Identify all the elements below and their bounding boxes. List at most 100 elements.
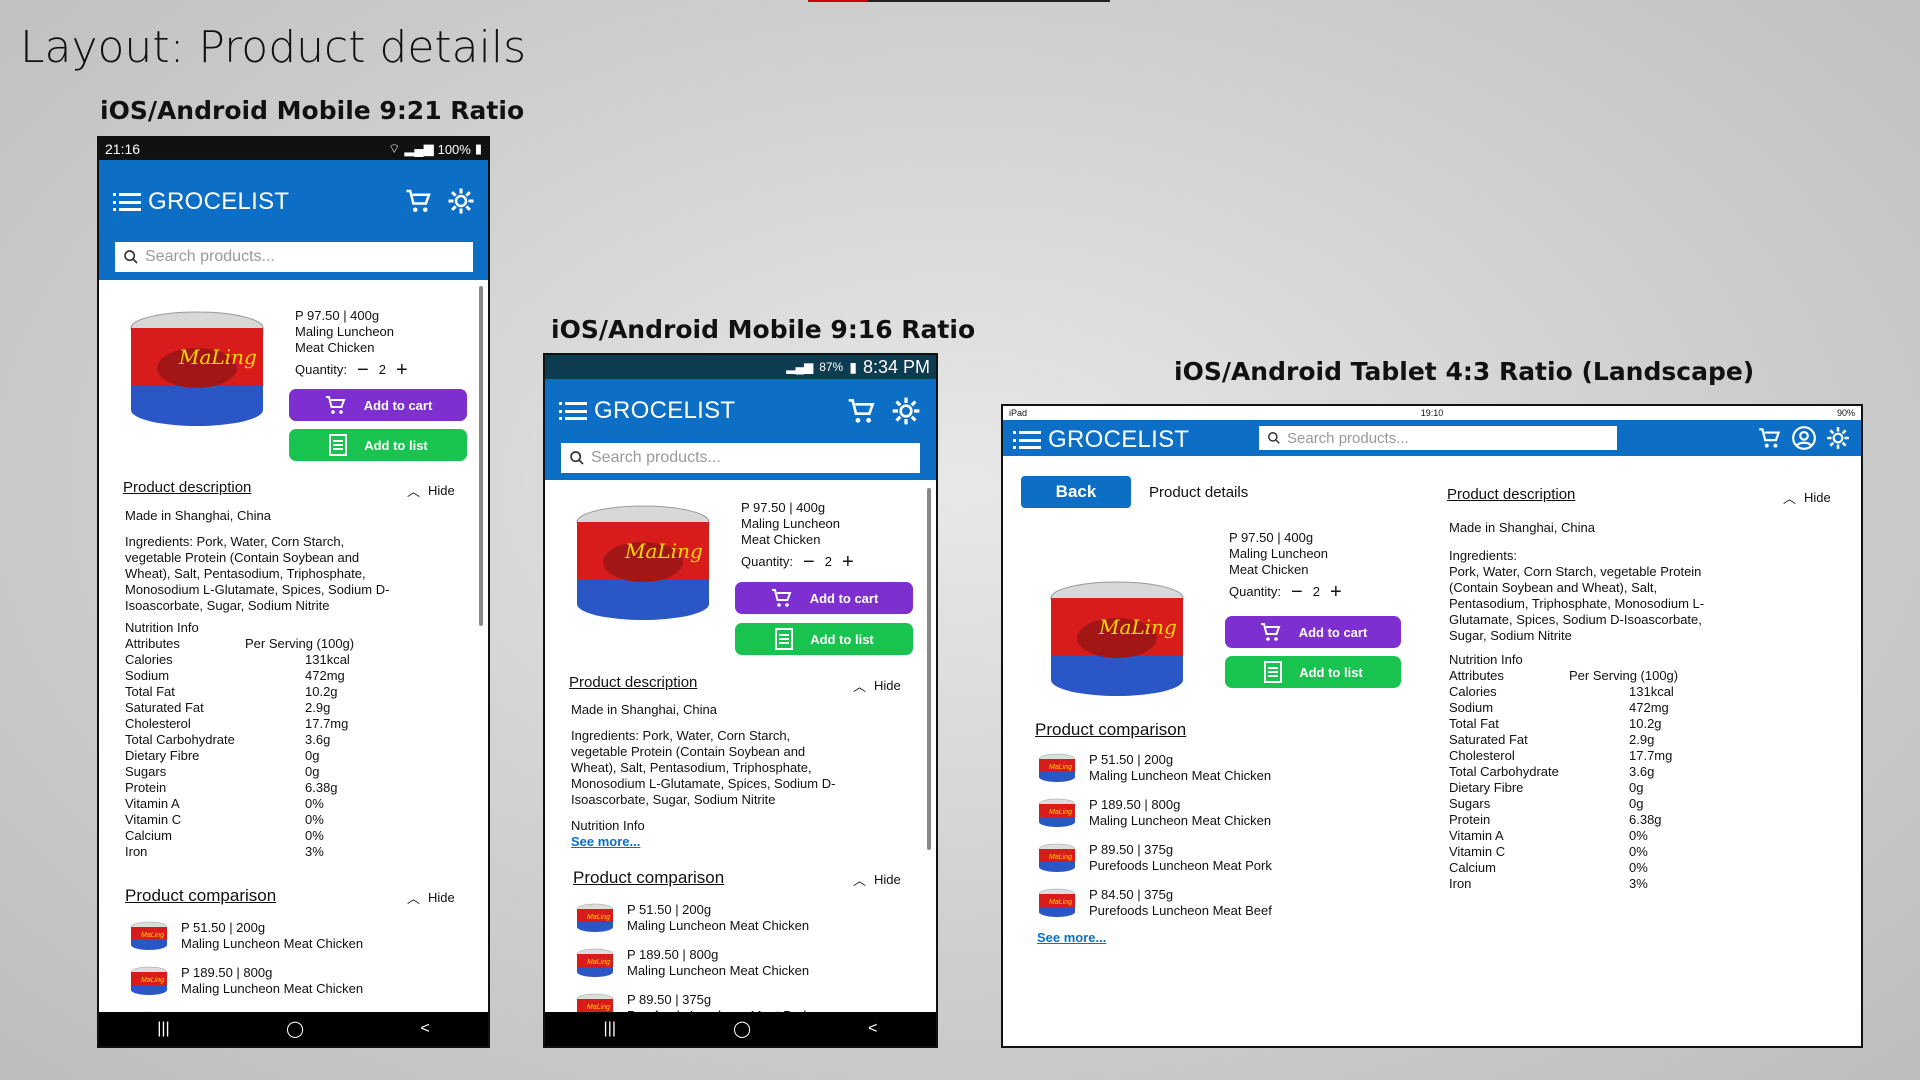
product-comparison-title[interactable]: Product comparison: [1035, 720, 1186, 740]
comparison-price: P 189.50 | 800g: [1089, 797, 1181, 812]
see-more-link[interactable]: See more...: [571, 834, 645, 850]
brand-title: GROCELIST: [1048, 426, 1190, 453]
ingredients-line: Ingredients: Pork, Water, Corn Starch,: [571, 728, 791, 743]
ingredients-line: Monosodium L-Glutamate, Spices, Sodium D…: [125, 582, 390, 597]
gear-icon[interactable]: [1825, 425, 1851, 451]
mobile-9-16-frame: ▂▄▆ 87% ▮ 8:34 PM GROCELIST Search produ…: [543, 353, 938, 1048]
quantity-value[interactable]: 2: [825, 554, 832, 570]
back-button[interactable]: Back: [1021, 476, 1131, 508]
add-to-list-button[interactable]: Add to list: [1225, 656, 1401, 688]
search-input[interactable]: Search products...: [115, 242, 473, 272]
product-description-title[interactable]: Product description: [569, 674, 697, 691]
svg-text:MaLing: MaLing: [1049, 854, 1072, 861]
nutrition-value: 0%: [305, 796, 324, 811]
nutrition-attribute: Calcium: [1449, 860, 1496, 875]
comparison-item[interactable]: MaLing P 89.50 | 375gPurefoods Luncheon M…: [1037, 842, 1272, 874]
see-more-link[interactable]: See more...: [1037, 930, 1106, 945]
description-hide-toggle[interactable]: ︿ Hide: [853, 676, 901, 695]
scrollbar[interactable]: [927, 488, 931, 850]
add-to-list-label: Add to list: [364, 437, 428, 453]
svg-text:MaLing: MaLing: [624, 539, 703, 563]
comparison-item[interactable]: MaLing P 51.50 | 200g Maling Luncheon Meat…: [1037, 752, 1272, 784]
account-icon[interactable]: [1791, 425, 1817, 451]
cart-icon[interactable]: [1757, 425, 1783, 451]
description-hide-toggle[interactable]: ︿ Hide: [1783, 488, 1831, 507]
back-icon[interactable]: <: [868, 1020, 877, 1038]
battery-icon: ▮: [849, 358, 857, 375]
gear-icon[interactable]: [446, 186, 476, 216]
add-to-list-button[interactable]: Add to list: [735, 623, 913, 655]
nutrition-attribute: Total Fat: [1449, 716, 1499, 731]
product-description-title[interactable]: Product description: [123, 479, 251, 496]
recents-icon[interactable]: |||: [157, 1020, 169, 1038]
nutrition-title: Nutrition Info: [571, 818, 645, 833]
comparison-hide-toggle[interactable]: ︿ Hide: [853, 870, 901, 889]
product-thumbnail: MaLing: [130, 921, 168, 950]
add-to-list-label: Add to list: [810, 631, 874, 647]
nutrition-value: 0g: [1629, 796, 1644, 811]
comparison-item[interactable]: MaLing P 51.50 | 200g Maling Luncheon Meat…: [575, 902, 810, 934]
nutrition-attribute: Cholesterol: [125, 716, 191, 731]
add-to-cart-button[interactable]: Add to cart: [735, 582, 913, 614]
comparison-hide-toggle[interactable]: ︿ Hide: [407, 888, 455, 907]
product-name-line2: Meat Chicken: [1229, 562, 1309, 577]
product-comparison-title[interactable]: Product comparison: [125, 886, 276, 906]
recents-icon[interactable]: |||: [604, 1020, 616, 1038]
comparison-item[interactable]: MaLing P 189.50 | 800g Maling Luncheon Mea…: [129, 965, 364, 997]
mobile-9-21-frame: 21:16 ⌔ ▂▄▆ 100% ▮ GROCELIST Search prod…: [97, 136, 490, 1048]
description-origin: Made in Shanghai, China: [1449, 520, 1595, 535]
increment-button[interactable]: +: [842, 552, 854, 572]
nutrition-row: Calories 131kcal: [125, 652, 354, 668]
increment-button[interactable]: +: [396, 360, 408, 380]
add-to-list-button[interactable]: Add to list: [289, 429, 467, 461]
back-icon[interactable]: <: [420, 1020, 429, 1038]
product-comparison-title[interactable]: Product comparison: [573, 868, 724, 888]
ingredients-line: Glutamate, Spices, Sodium D-Isoascorbate…: [1449, 612, 1702, 627]
nutrition-attribute: Iron: [125, 844, 148, 859]
product-name-line2: Meat Chicken: [295, 340, 375, 355]
description-hide-toggle[interactable]: ︿ Hide: [407, 481, 455, 500]
chevron-up-icon: ︿: [407, 891, 421, 906]
menu-icon[interactable]: [559, 402, 587, 420]
add-to-cart-button[interactable]: Add to cart: [1225, 616, 1401, 648]
wifi-icon: ⌔: [388, 141, 401, 156]
comparison-name: Purefoods Luncheon Meat Pork: [1089, 858, 1272, 873]
comparison-item[interactable]: MaLing P 189.50 | 800g Maling Luncheon Mea…: [575, 947, 810, 979]
hide-label: Hide: [1804, 490, 1831, 505]
app-bar: GROCELIST Search products...: [99, 160, 488, 280]
comparison-item[interactable]: MaLing P 84.50 | 375g Purefoods Luncheon M…: [1037, 887, 1272, 919]
home-icon[interactable]: ◯: [733, 1019, 751, 1039]
increment-button[interactable]: +: [1330, 582, 1342, 602]
quantity-value[interactable]: 2: [379, 362, 386, 378]
nutrition-attribute: Sodium: [125, 668, 170, 683]
product-thumbnail: MaLing: [1038, 843, 1076, 872]
nutrition-attribute: Dietary Fibre: [1449, 780, 1524, 795]
decrement-button[interactable]: −: [1291, 582, 1303, 602]
menu-icon[interactable]: [113, 193, 141, 211]
cart-icon[interactable]: [846, 395, 878, 427]
nutrition-value: 0%: [1629, 844, 1648, 859]
product-name-line2: Meat Chicken: [741, 532, 821, 547]
cart-icon[interactable]: [404, 186, 434, 216]
chevron-up-icon: ︿: [1783, 491, 1797, 506]
scrollbar[interactable]: [479, 286, 483, 626]
decrement-button[interactable]: −: [803, 552, 815, 572]
product-thumbnail: MaLing: [1038, 798, 1076, 827]
gear-icon[interactable]: [890, 395, 922, 427]
chevron-up-icon: ︿: [853, 873, 867, 888]
comparison-item[interactable]: MaLing P 189.50 | 800g Maling Luncheon Mea…: [1037, 797, 1272, 829]
comparison-item[interactable]: MaLing P 51.50 | 200g Maling Luncheon Meat…: [129, 920, 364, 952]
search-input[interactable]: Search products...: [561, 443, 920, 473]
search-input[interactable]: Search products...: [1259, 426, 1617, 450]
product-description-title[interactable]: Product description: [1447, 486, 1575, 503]
home-icon[interactable]: ◯: [286, 1019, 304, 1039]
menu-icon[interactable]: [1013, 431, 1041, 449]
quantity-value[interactable]: 2: [1313, 584, 1320, 600]
product-thumbnail: MaLing: [1038, 753, 1076, 782]
svg-text:MaLing: MaLing: [1049, 764, 1072, 771]
add-to-cart-label: Add to cart: [809, 590, 879, 606]
decrement-button[interactable]: −: [357, 360, 369, 380]
hide-label: Hide: [874, 872, 901, 887]
add-to-cart-button[interactable]: Add to cart: [289, 389, 467, 421]
comparison-name: Maling Luncheon Meat Chicken: [181, 936, 364, 951]
